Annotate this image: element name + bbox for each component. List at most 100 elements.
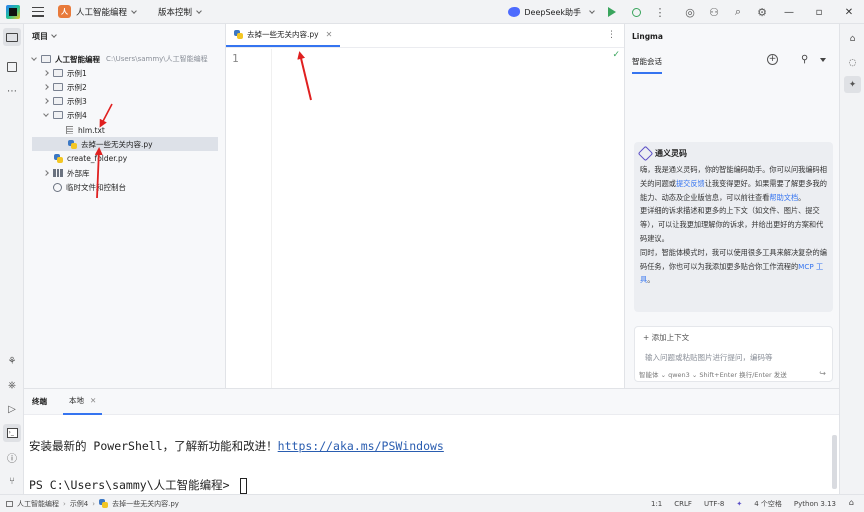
terminal-cursor xyxy=(240,477,248,494)
chat-input-box[interactable]: + 添加上下文 输入问题或粘贴图片进行提问，编码等 智能体 ⌄ qwen3 ⌄ … xyxy=(634,326,833,382)
notifications-icon[interactable]: ⌂ xyxy=(844,30,861,47)
send-icon[interactable]: ↪ xyxy=(819,369,826,378)
welcome-card-title: 通义灵码 xyxy=(655,149,687,158)
status-bar: 人工智能编程 › 示例4 › 去掉一些无关内容.py 1:1 CRLF UTF-… xyxy=(0,494,864,512)
tree-item-example4[interactable]: 示例4 xyxy=(43,108,230,122)
more-tools-button[interactable]: ⋯ xyxy=(3,82,21,100)
close-icon[interactable]: ✕ xyxy=(326,30,333,39)
tab-current-file[interactable]: 去掉一些无关内容.py ✕ xyxy=(226,23,341,47)
chat-input-footer[interactable]: 智能体 ⌄ qwen3 ⌄ Shift+Enter 换行/Enter 发送 xyxy=(639,369,787,379)
tree-item-hlm-txt[interactable]: hlm.txt xyxy=(66,123,226,137)
minimize-button[interactable]: — xyxy=(774,0,804,24)
left-tool-strip: ⋯ ⚘ ⎈ ▷ ›_ ⓘ ⑂ xyxy=(0,24,24,494)
chevron-down-icon[interactable] xyxy=(51,32,57,38)
restore-button[interactable]: ▫ xyxy=(804,0,834,24)
chevron-down-icon[interactable] xyxy=(196,7,202,14)
python-file-icon xyxy=(99,499,109,508)
problems-tool-button[interactable]: ⓘ xyxy=(3,448,21,466)
tree-item-selected-py[interactable]: 去掉一些无关内容.py xyxy=(32,137,218,151)
run-config-selector[interactable]: DeepSeek助手 xyxy=(524,7,581,18)
tree-item-scratches[interactable]: 临时文件和控制台 xyxy=(44,180,230,194)
collapse-arrow-icon[interactable] xyxy=(43,84,49,90)
expand-arrow-icon[interactable] xyxy=(43,111,49,117)
play-icon xyxy=(608,7,616,17)
caret-position[interactable]: 1:1 xyxy=(651,500,662,508)
search-icon[interactable]: ⌕ xyxy=(726,0,750,24)
line-separator[interactable]: CRLF xyxy=(674,500,692,508)
project-panel-header[interactable]: 项目 xyxy=(24,24,225,48)
line-number: 1 xyxy=(232,52,239,65)
scratches-icon xyxy=(53,182,62,192)
main-menu-icon[interactable] xyxy=(32,6,44,17)
more-actions-button[interactable]: ⋮ xyxy=(648,0,672,24)
breadcrumb-file[interactable]: 去掉一些无关内容.py xyxy=(112,499,179,509)
project-panel: 项目 人工智能编程 C:\Users\sammy\人工智能编程 示例1 示例2 … xyxy=(24,24,226,388)
breadcrumb-folder[interactable]: 示例4 xyxy=(70,499,88,509)
welcome-paragraph-2: 更详细的诉求描述和更多的上下文（如文件、图片、提交等），可以让我更加理解你的诉求… xyxy=(640,206,824,243)
add-context-button[interactable]: + 添加上下文 xyxy=(643,332,689,343)
gear-icon[interactable]: ⚙ xyxy=(750,0,774,24)
copilot-icon[interactable]: ◎ xyxy=(678,0,702,24)
status-right: 1:1 CRLF UTF-8 ✦ 4 个空格 Python 3.13 xyxy=(639,495,836,512)
breadcrumb-separator: › xyxy=(92,499,96,508)
file-encoding[interactable]: UTF-8 xyxy=(704,500,724,508)
vcs-menu[interactable]: 版本控制 xyxy=(158,6,192,18)
breadcrumb-project[interactable]: 人工智能编程 xyxy=(17,499,59,509)
terminal-prompt[interactable]: PS C:\Users\sammy\人工智能编程> xyxy=(29,477,248,494)
indent-setting[interactable]: 4 个空格 xyxy=(754,499,782,509)
tree-item-label: hlm.txt xyxy=(78,125,105,135)
tab-local-terminal[interactable]: 本地 ✕ xyxy=(63,389,103,415)
run-tool-button[interactable]: ▷ xyxy=(3,400,21,418)
python-packages-button[interactable]: ⚘ xyxy=(3,352,21,370)
chevron-down-icon[interactable] xyxy=(131,7,137,14)
services-button[interactable]: ⎈ xyxy=(3,376,21,394)
tree-item-label: 外部库 xyxy=(67,168,90,178)
collapse-arrow-icon[interactable] xyxy=(43,170,49,176)
expand-arrow-icon[interactable] xyxy=(31,55,37,61)
terminal-tool-button[interactable]: ›_ xyxy=(3,424,21,442)
terminal-scrollbar[interactable] xyxy=(832,435,837,489)
chat-input-placeholder[interactable]: 输入问题或粘贴图片进行提问，编码等 xyxy=(645,352,773,363)
tab-options-icon[interactable]: ⋮ xyxy=(607,30,616,40)
tree-item-example1[interactable]: 示例1 xyxy=(43,66,230,80)
help-docs-link[interactable]: 帮助文档 xyxy=(769,193,798,202)
project-name[interactable]: 人工智能编程 xyxy=(76,6,127,18)
collapse-arrow-icon[interactable] xyxy=(43,70,49,76)
tree-item-example3[interactable]: 示例3 xyxy=(43,94,230,108)
project-badge[interactable]: 人 xyxy=(58,5,71,18)
git-tool-button[interactable]: ⑂ xyxy=(3,472,21,490)
tree-item-external-libs[interactable]: 外部库 xyxy=(43,166,230,180)
text-span: 。 xyxy=(798,192,806,202)
chevron-down-icon[interactable] xyxy=(820,58,826,62)
feedback-link[interactable]: 提交反馈 xyxy=(676,179,705,188)
new-chat-icon[interactable]: + xyxy=(767,54,778,65)
project-tool-button[interactable] xyxy=(3,28,21,46)
python-interpreter[interactable]: Python 3.13 xyxy=(794,500,836,508)
ai-chat-icon[interactable]: ◌ xyxy=(844,54,861,71)
terminal-panel: 终端 本地 ✕ 安装最新的 PowerShell，了解新功能和改进！https:… xyxy=(24,388,839,494)
chevron-down-icon[interactable] xyxy=(589,8,595,14)
tree-root[interactable]: 人工智能编程 C:\Users\sammy\人工智能编程 xyxy=(31,52,218,66)
powershell-link[interactable]: https://aka.ms/PSWindows xyxy=(278,439,444,453)
tab-smart-chat[interactable]: 智能会话 xyxy=(632,56,662,74)
lingma-status-icon[interactable]: ✦ xyxy=(736,500,742,508)
run-button[interactable] xyxy=(600,0,624,24)
lingma-tool-icon[interactable]: ✦ xyxy=(844,76,861,93)
tree-item-create-folder[interactable]: create_folder.py xyxy=(54,151,240,165)
editor-area: 去掉一些无关内容.py ✕ ⋮ 1 ✓ xyxy=(226,24,624,388)
tree-item-example2[interactable]: 示例2 xyxy=(43,80,230,94)
line-gutter: 1 xyxy=(226,49,272,388)
add-user-icon[interactable]: ⚇ xyxy=(702,0,726,24)
debug-button[interactable] xyxy=(624,0,648,24)
structure-tool-button[interactable] xyxy=(3,58,21,76)
tree-item-label: 示例2 xyxy=(67,82,87,92)
terminal-tabs: 终端 本地 ✕ xyxy=(24,389,839,415)
close-window-button[interactable]: ✕ xyxy=(834,0,864,24)
collapse-arrow-icon[interactable] xyxy=(43,98,49,104)
inspection-ok-icon[interactable]: ✓ xyxy=(612,50,620,60)
folder-icon xyxy=(6,32,18,42)
close-icon[interactable]: ✕ xyxy=(90,396,96,405)
user-icon[interactable]: ⚲ xyxy=(801,54,808,65)
library-icon xyxy=(53,169,64,177)
lock-icon[interactable]: ⌂ xyxy=(849,498,854,507)
